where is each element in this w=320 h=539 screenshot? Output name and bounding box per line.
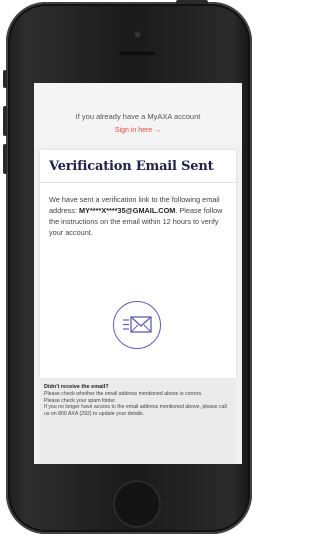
- volume-down-button: [3, 144, 7, 174]
- card-title: Verification Email Sent: [49, 159, 214, 174]
- mail-icon: [113, 301, 161, 349]
- help-line: If you no longer have access to the emai…: [44, 404, 227, 417]
- help-body: Please check whether the email address m…: [44, 391, 232, 417]
- help-title: Didn't receive the email?: [44, 384, 109, 390]
- account-prompt-area: If you already have a MyAXA account Sign…: [34, 83, 242, 145]
- silent-switch: [3, 70, 7, 88]
- volume-up-button: [3, 106, 7, 136]
- phone-screen: If you already have a MyAXA account Sign…: [34, 83, 242, 464]
- already-account-text: If you already have a MyAXA account: [75, 112, 201, 121]
- arrow-right-icon: →: [154, 127, 162, 134]
- verification-card: Verification Email Sent We have sent a v…: [40, 150, 236, 378]
- front-camera: [134, 31, 141, 38]
- phone-frame: If you already have a MyAXA account Sign…: [3, 0, 252, 534]
- card-message: We have sent a verification link to the …: [49, 194, 229, 238]
- help-section: Didn't receive the email? Please check w…: [40, 380, 236, 464]
- home-button[interactable]: [113, 480, 161, 528]
- help-line: Please check your spam folder.: [44, 397, 117, 404]
- earpiece-speaker: [118, 51, 156, 56]
- card-divider: [40, 182, 236, 183]
- signin-label: Sign in here: [114, 127, 153, 134]
- masked-email: MY****X****35@GMAIL.COM: [79, 206, 176, 215]
- signin-link[interactable]: Sign in here →: [34, 127, 242, 134]
- power-button: [176, 0, 208, 4]
- help-line: Please check whether the email address m…: [44, 391, 203, 397]
